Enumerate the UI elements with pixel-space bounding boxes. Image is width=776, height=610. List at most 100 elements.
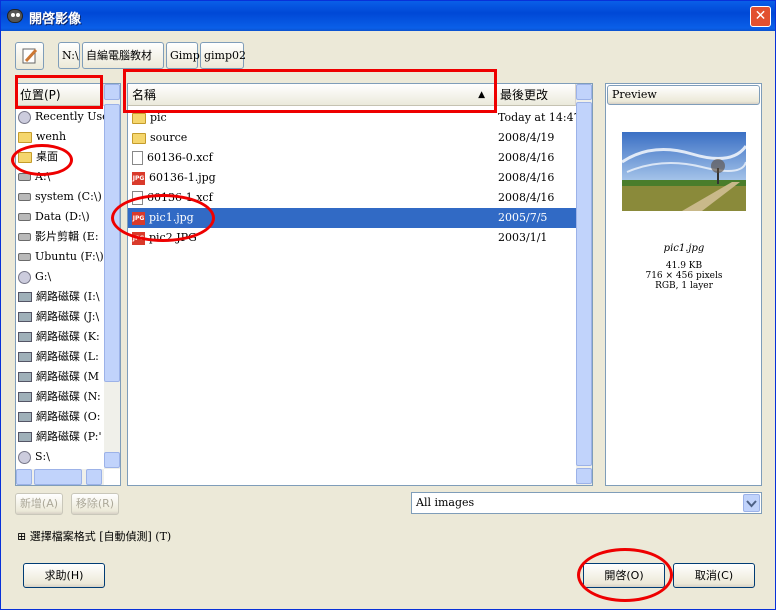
scroll-thumb[interactable]	[104, 104, 120, 382]
preview-filesize: 41.9 KB	[665, 261, 703, 271]
file-name: source	[150, 131, 188, 144]
xcf-file-icon	[132, 151, 143, 165]
places-item-label: 網路磁碟 (O:	[36, 410, 101, 423]
help-button[interactable]: 求助(H)	[23, 563, 105, 588]
scroll-up-button[interactable]	[104, 84, 120, 100]
file-row[interactable]: JPG 60136-1.jpg 2008/4/16	[128, 168, 576, 188]
places-item[interactable]: Data (D:\)	[18, 207, 104, 227]
places-item-label: Ubuntu (F:\)	[35, 250, 104, 263]
chevron-down-icon[interactable]	[743, 494, 760, 512]
places-hscroll[interactable]	[16, 469, 104, 485]
pencil-icon	[22, 48, 38, 64]
add-bookmark-button[interactable]: 新增(A)	[15, 493, 63, 515]
jpg-file-icon: JPG	[132, 231, 145, 245]
file-modified: 2008/4/16	[498, 171, 555, 184]
places-item[interactable]: wenh	[18, 127, 104, 147]
places-item[interactable]: 桌面	[18, 147, 104, 167]
modified-column-header[interactable]: 最後更改	[496, 84, 576, 106]
window-title: 開啓影像	[29, 12, 82, 27]
sort-ascending-icon: ▲	[478, 90, 485, 100]
network-drive-icon	[18, 432, 32, 442]
places-item-label: 網路磁碟 (K:	[36, 330, 100, 343]
cdrom-icon	[18, 270, 31, 284]
scroll-right-button[interactable]	[86, 469, 102, 485]
file-list-panel: 名稱 ▲ 最後更改 pic Today at 14:47 source 2008/4/…	[127, 83, 593, 486]
folder-icon	[132, 112, 146, 124]
network-drive-icon	[18, 352, 32, 362]
file-modified: 2008/4/16	[498, 191, 555, 204]
file-filter-value: All images	[416, 496, 475, 509]
file-type-expander[interactable]: ⊞ 選擇檔案格式 [自動偵測] (T)	[17, 528, 171, 544]
places-item[interactable]: S:\	[18, 447, 104, 467]
places-item[interactable]: 網路磁碟 (P:'	[18, 427, 104, 447]
title-bar: 開啓影像 ✕	[1, 1, 775, 31]
places-item[interactable]: 網路磁碟 (N:	[18, 387, 104, 407]
file-row[interactable]: JPG pic2.JPG 2003/1/1	[128, 228, 576, 248]
places-item-label: G:\	[35, 270, 52, 283]
folder-icon	[132, 132, 146, 144]
file-row[interactable]: 60136-1.xcf 2008/4/16	[128, 188, 576, 208]
file-row[interactable]: 60136-0.xcf 2008/4/16	[128, 148, 576, 168]
preview-toggle[interactable]: Preview	[607, 85, 760, 105]
places-item[interactable]: G:\	[18, 267, 104, 287]
hscroll-thumb[interactable]	[34, 469, 82, 485]
file-name: 60136-0.xcf	[147, 151, 213, 164]
places-item[interactable]: 網路磁碟 (I:\	[18, 287, 104, 307]
open-button[interactable]: 開啓(O)	[583, 563, 665, 588]
network-drive-icon	[18, 372, 32, 382]
file-modified: 2008/4/19	[498, 131, 555, 144]
folder-icon	[18, 131, 32, 143]
path-segment-gimp[interactable]: Gimp	[166, 42, 200, 69]
scroll-down-button[interactable]	[104, 452, 120, 468]
file-name: pic2.JPG	[149, 231, 197, 244]
name-header-label: 名稱	[132, 88, 157, 102]
gimp-app-icon	[7, 9, 23, 23]
file-name: 60136-1.jpg	[149, 171, 216, 184]
places-item-label: 網路磁碟 (L:	[36, 350, 99, 363]
file-row[interactable]: JPG pic1.jpg 2005/7/5	[128, 208, 576, 228]
file-filter-select[interactable]: All images	[411, 492, 762, 514]
places-item[interactable]: Ubuntu (F:\)	[18, 247, 104, 267]
path-segment-gimp02[interactable]: gimp02	[200, 42, 246, 69]
scroll-left-button[interactable]	[16, 469, 32, 485]
places-item[interactable]: 網路磁碟 (L:	[18, 347, 104, 367]
expand-icon: ⊞	[17, 530, 27, 543]
file-type-label: 選擇檔案格式 [自動偵測] (T)	[29, 530, 172, 543]
places-item-label: 網路磁碟 (N:	[36, 390, 101, 403]
files-scroll-down-button[interactable]	[576, 468, 592, 484]
remove-bookmark-button[interactable]: 移除(R)	[71, 493, 119, 515]
places-item-label: wenh	[36, 130, 67, 143]
files-scroll-thumb[interactable]	[576, 102, 592, 466]
path-segment-root[interactable]: N:\	[58, 42, 80, 69]
places-item-label: Data (D:\)	[35, 210, 90, 223]
files-scroll-up-button[interactable]	[576, 84, 592, 100]
network-drive-icon	[18, 332, 32, 342]
name-column-header[interactable]: 名稱 ▲	[128, 84, 496, 106]
file-row[interactable]: source 2008/4/19	[128, 128, 576, 148]
places-header[interactable]: 位置(P)	[16, 84, 104, 106]
places-item[interactable]: system (C:\)	[18, 187, 104, 207]
places-item[interactable]: 網路磁碟 (O:	[18, 407, 104, 427]
path-segment-materials[interactable]: 自編電腦教材	[82, 42, 164, 69]
network-drive-icon	[18, 412, 32, 422]
places-item-label: 網路磁碟 (I:\	[36, 290, 100, 303]
jpg-file-icon: JPG	[132, 171, 145, 185]
places-item[interactable]: 網路磁碟 (K:	[18, 327, 104, 347]
preview-color-info: RGB, 1 layer	[655, 281, 713, 291]
type-location-button[interactable]	[15, 42, 44, 70]
places-item[interactable]: 網路磁碟 (M	[18, 367, 104, 387]
floppy-icon	[18, 173, 31, 181]
places-vscroll[interactable]	[104, 84, 120, 469]
cancel-button[interactable]: 取消(C)	[673, 563, 755, 588]
places-panel: 位置(P) Recently Used wenh 桌面 A:\ system (C:\)…	[15, 83, 121, 486]
file-row[interactable]: pic Today at 14:47	[128, 108, 581, 128]
places-item[interactable]: 影片剪輯 (E:	[18, 227, 104, 247]
open-image-dialog: 開啓影像 ✕ N:\ 自編電腦教材 Gimp gimp02 位置(P) Rece…	[0, 0, 776, 610]
places-item[interactable]: Recently Used	[18, 107, 104, 127]
places-item[interactable]: A:\	[18, 167, 104, 187]
places-item[interactable]: 網路磁碟 (J:\	[18, 307, 104, 327]
close-button[interactable]: ✕	[750, 6, 771, 27]
places-item-label: 桌面	[36, 150, 58, 163]
places-item-label: A:\	[35, 170, 51, 183]
files-vscroll[interactable]	[576, 84, 592, 485]
